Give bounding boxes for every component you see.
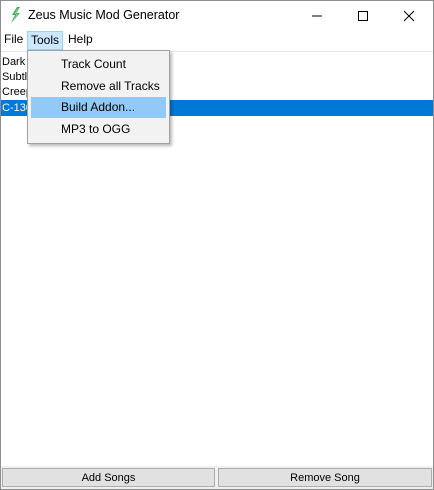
menu-item-track-count[interactable]: Track Count — [31, 54, 166, 75]
window-title: Zeus Music Mod Generator — [28, 8, 180, 22]
button-bar: Add Songs Remove Song — [1, 466, 433, 489]
close-button[interactable] — [386, 1, 432, 31]
menu-item-remove-all-tracks[interactable]: Remove all Tracks — [31, 76, 166, 97]
minimize-button[interactable] — [294, 1, 340, 31]
remove-song-button[interactable]: Remove Song — [218, 468, 432, 487]
close-icon — [403, 10, 415, 22]
menu-item-mp3-to-ogg[interactable]: MP3 to OGG — [31, 119, 166, 140]
menu-item-label: Remove all Tracks — [61, 79, 160, 93]
menu-bar: File Tools Help — [1, 31, 433, 50]
maximize-icon — [358, 11, 368, 21]
maximize-button[interactable] — [340, 1, 386, 31]
tools-dropdown-menu: Track Count Remove all Tracks Build Addo… — [27, 50, 170, 144]
menu-help[interactable]: Help — [65, 31, 96, 48]
menu-item-build-addon[interactable]: Build Addon... — [31, 97, 166, 118]
menu-tools[interactable]: Tools — [27, 31, 64, 50]
zeus-lightning-icon — [11, 7, 20, 23]
title-bar[interactable]: Zeus Music Mod Generator — [1, 1, 433, 31]
app-window: Zeus Music Mod Generator File Tools Help… — [0, 0, 434, 490]
menu-item-label: Build Addon... — [61, 100, 136, 114]
minimize-icon — [312, 15, 322, 17]
menu-item-label: Track Count — [61, 57, 126, 71]
list-item[interactable]: Dark — [1, 54, 25, 70]
menu-file[interactable]: File — [1, 31, 26, 48]
menu-item-label: MP3 to OGG — [61, 122, 131, 136]
add-songs-button[interactable]: Add Songs — [2, 468, 215, 487]
